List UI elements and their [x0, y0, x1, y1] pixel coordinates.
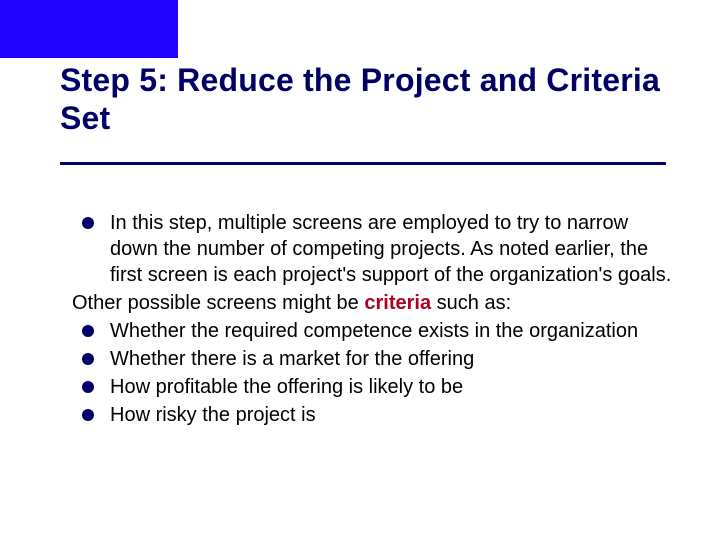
slide-title: Step 5: Reduce the Project and Criteria …	[60, 62, 670, 138]
list-item: In this step, multiple screens are emplo…	[72, 210, 672, 288]
transition-line: Other possible screens might be criteria…	[72, 290, 672, 316]
list-item: How risky the project is	[72, 402, 672, 428]
body-paragraph: In this step, multiple screens are emplo…	[110, 210, 672, 288]
bullet-icon	[82, 381, 94, 393]
bullet-text: Whether the required competence exists i…	[110, 318, 672, 344]
bullet-text: Whether there is a market for the offeri…	[110, 346, 672, 372]
bullet-icon	[82, 325, 94, 337]
title-underline	[60, 162, 666, 165]
transition-pre: Other possible screens might be	[72, 292, 364, 314]
bullet-icon	[82, 217, 94, 229]
header-accent-block	[0, 0, 178, 58]
criteria-keyword: criteria	[364, 292, 431, 314]
bullet-text: How profitable the offering is likely to…	[110, 374, 672, 400]
bullet-text: How risky the project is	[110, 402, 672, 428]
list-item: Whether there is a market for the offeri…	[72, 346, 672, 372]
list-item: Whether the required competence exists i…	[72, 318, 672, 344]
title-area: Step 5: Reduce the Project and Criteria …	[60, 62, 670, 138]
transition-post: such as:	[431, 292, 511, 314]
bullet-icon	[82, 353, 94, 365]
list-item: How profitable the offering is likely to…	[72, 374, 672, 400]
bullet-icon	[82, 409, 94, 421]
slide-body: In this step, multiple screens are emplo…	[72, 210, 672, 430]
slide: Step 5: Reduce the Project and Criteria …	[0, 0, 720, 540]
